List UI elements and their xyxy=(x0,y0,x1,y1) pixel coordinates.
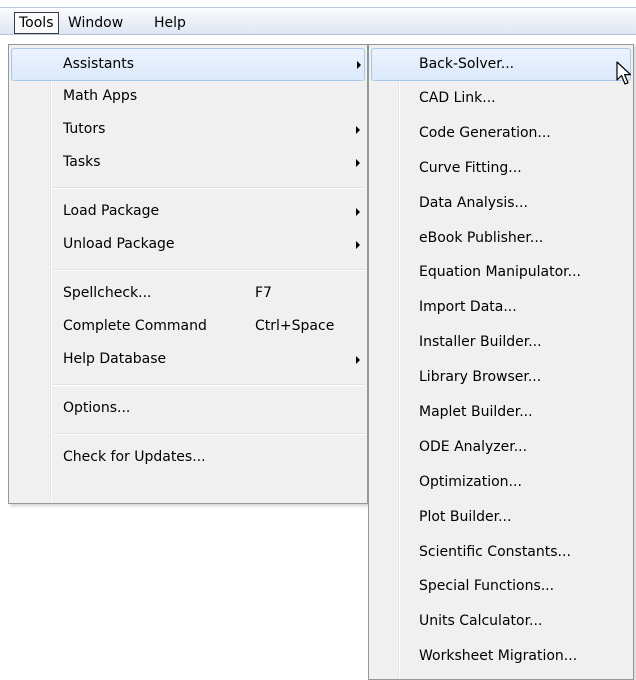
menu-item-label: Complete Command xyxy=(63,318,207,334)
submenu-item-label: CAD Link... xyxy=(419,90,496,106)
submenu-item-label: Worksheet Migration... xyxy=(419,648,578,664)
submenu-item-label: Scientific Constants... xyxy=(419,544,571,560)
menu-item-label: Spellcheck... xyxy=(63,285,152,301)
menu-item-shortcut: Ctrl+Space xyxy=(255,318,335,334)
submenu-arrow-icon xyxy=(356,241,360,249)
submenu-item-label: Data Analysis... xyxy=(419,195,528,211)
tools-menu: Assistants Math Apps Tutors Tasks Load Packa… xyxy=(8,44,368,504)
submenu-item-library-browser[interactable]: Library Browser... xyxy=(371,362,631,395)
menu-separator xyxy=(53,384,365,386)
menu-item-shortcut: F7 xyxy=(255,285,272,301)
menu-item-label: Help Database xyxy=(63,351,167,367)
submenu-arrow-icon xyxy=(356,356,360,364)
mouse-pointer-icon xyxy=(616,61,632,85)
submenu-item-label: Units Calculator... xyxy=(419,613,543,629)
submenu-item-import-data[interactable]: Import Data... xyxy=(371,292,631,325)
submenu-item-installer-builder[interactable]: Installer Builder... xyxy=(371,327,631,360)
submenu-arrow-icon xyxy=(356,208,360,216)
submenu-item-label: Plot Builder... xyxy=(419,509,512,525)
submenu-item-special-functions[interactable]: Special Functions... xyxy=(371,571,631,604)
submenu-item-curve-fitting[interactable]: Curve Fitting... xyxy=(371,153,631,186)
menu-item-unload-package[interactable]: Unload Package xyxy=(11,229,365,262)
submenu-arrow-icon xyxy=(356,126,360,134)
submenu-item-maplet-builder[interactable]: Maplet Builder... xyxy=(371,397,631,430)
submenu-item-cad-link[interactable]: CAD Link... xyxy=(371,83,631,116)
menu-item-label: Assistants xyxy=(63,56,135,72)
menu-item-label: Tutors xyxy=(63,121,106,137)
menu-item-options[interactable]: Options... xyxy=(11,393,365,426)
submenu-item-label: Library Browser... xyxy=(419,369,542,385)
menu-help[interactable]: Help xyxy=(150,12,190,34)
submenu-item-ode-analyzer[interactable]: ODE Analyzer... xyxy=(371,432,631,465)
submenu-arrow-icon xyxy=(356,159,360,167)
submenu-arrow-icon xyxy=(357,61,361,69)
menu-item-label: Load Package xyxy=(63,203,160,219)
submenu-item-optimization[interactable]: Optimization... xyxy=(371,467,631,500)
submenu-item-label: Equation Manipulator... xyxy=(419,264,581,280)
submenu-item-label: eBook Publisher... xyxy=(419,230,544,246)
menu-item-label: Unload Package xyxy=(63,236,175,252)
menu-item-math-apps[interactable]: Math Apps xyxy=(11,81,365,114)
assistants-submenu: Back-Solver... CAD Link... Code Generation… xyxy=(368,44,634,680)
menu-bar: Tools Window Help xyxy=(0,7,636,35)
submenu-item-label: Curve Fitting... xyxy=(419,160,522,176)
menu-separator xyxy=(53,187,365,189)
menu-item-label: Check for Updates... xyxy=(63,449,206,465)
submenu-item-label: Special Functions... xyxy=(419,578,555,594)
submenu-item-data-analysis[interactable]: Data Analysis... xyxy=(371,188,631,221)
menu-item-spellcheck[interactable]: Spellcheck... F7 xyxy=(11,278,365,311)
menu-item-tasks[interactable]: Tasks xyxy=(11,147,365,180)
submenu-item-label: ODE Analyzer... xyxy=(419,439,528,455)
submenu-item-back-solver[interactable]: Back-Solver... xyxy=(371,48,631,81)
menu-window[interactable]: Window xyxy=(64,12,127,34)
submenu-item-label: Back-Solver... xyxy=(419,56,515,72)
menu-item-load-package[interactable]: Load Package xyxy=(11,196,365,229)
menu-item-label: Options... xyxy=(63,400,131,416)
menu-item-assistants[interactable]: Assistants xyxy=(11,48,365,81)
menu-item-check-for-updates[interactable]: Check for Updates... xyxy=(11,442,365,475)
submenu-item-ebook-publisher[interactable]: eBook Publisher... xyxy=(371,223,631,256)
submenu-item-label: Maplet Builder... xyxy=(419,404,533,420)
submenu-item-label: Import Data... xyxy=(419,299,517,315)
submenu-item-units-calculator[interactable]: Units Calculator... xyxy=(371,606,631,639)
submenu-item-worksheet-migration[interactable]: Worksheet Migration... xyxy=(371,641,631,674)
submenu-item-code-generation[interactable]: Code Generation... xyxy=(371,118,631,151)
submenu-item-scientific-constants[interactable]: Scientific Constants... xyxy=(371,537,631,570)
menu-item-label: Tasks xyxy=(63,154,101,170)
menu-item-help-database[interactable]: Help Database xyxy=(11,344,365,377)
submenu-item-label: Installer Builder... xyxy=(419,334,542,350)
submenu-item-label: Optimization... xyxy=(419,474,522,490)
submenu-item-plot-builder[interactable]: Plot Builder... xyxy=(371,502,631,535)
menu-tools[interactable]: Tools xyxy=(14,12,59,34)
submenu-item-equation-manipulator[interactable]: Equation Manipulator... xyxy=(371,257,631,290)
menu-separator xyxy=(53,433,365,435)
menu-item-label: Math Apps xyxy=(63,88,138,104)
menu-separator xyxy=(53,269,365,271)
menu-item-complete-command[interactable]: Complete Command Ctrl+Space xyxy=(11,311,365,344)
menu-item-tutors[interactable]: Tutors xyxy=(11,114,365,147)
submenu-item-label: Code Generation... xyxy=(419,125,551,141)
